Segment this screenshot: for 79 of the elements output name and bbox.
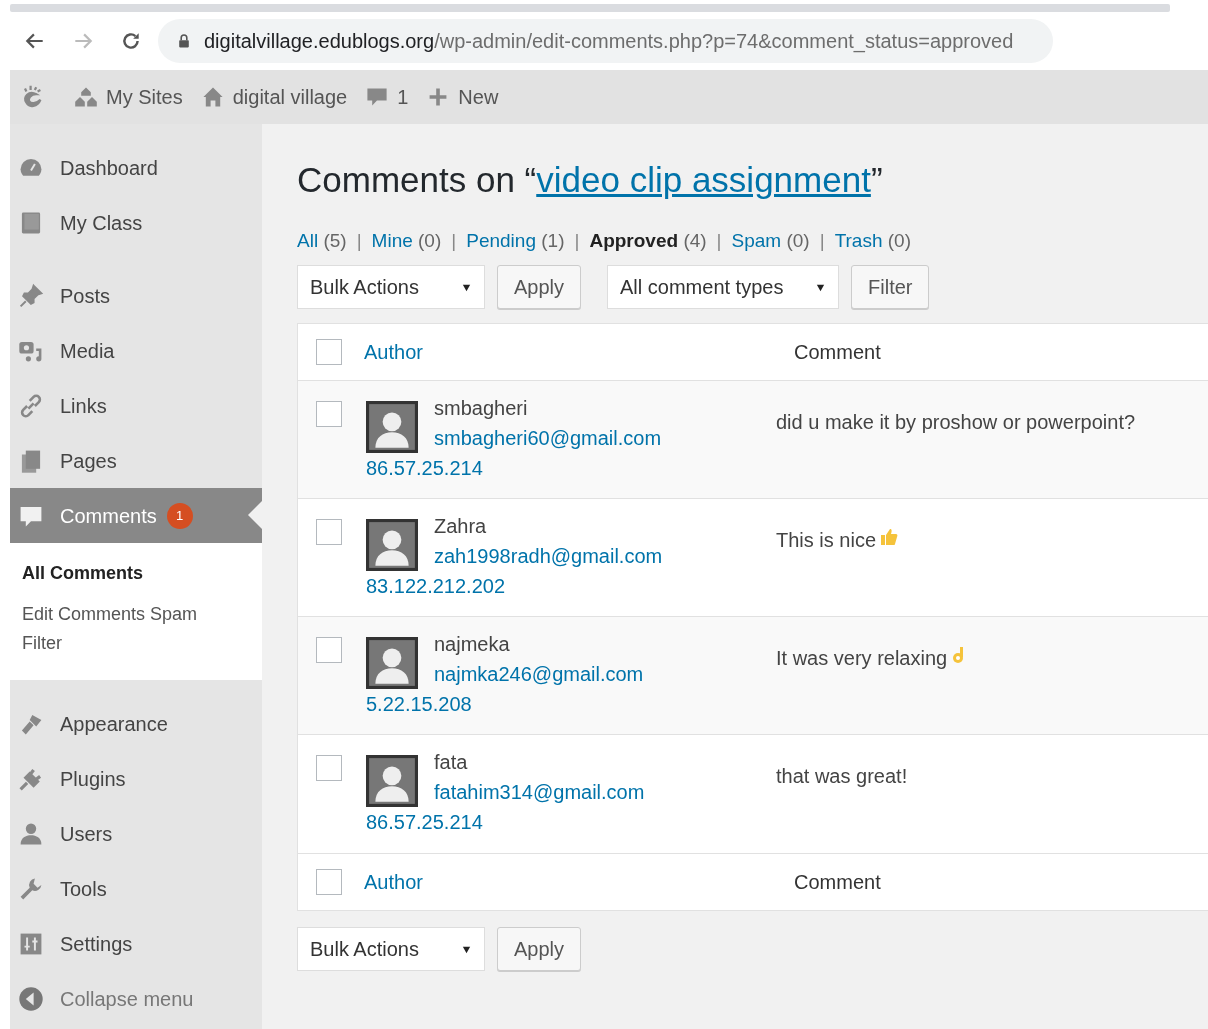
avatar-icon bbox=[366, 401, 418, 453]
author-email-link[interactable]: najmka246@gmail.com bbox=[434, 659, 644, 689]
filter-button[interactable]: Filter bbox=[851, 265, 930, 309]
status-filter-link[interactable]: Mine (0) bbox=[371, 226, 442, 255]
menu-item[interactable]: Posts bbox=[10, 268, 262, 323]
author-ip-link[interactable]: 86.57.25.214 bbox=[366, 453, 816, 483]
houses-icon bbox=[74, 85, 98, 109]
column-header[interactable]: Author bbox=[364, 867, 794, 897]
dropdown[interactable]: Bulk Actions bbox=[297, 927, 485, 971]
menu-item[interactable]: Collapse menu bbox=[10, 971, 262, 1026]
menu-label: Comments bbox=[60, 503, 157, 529]
author-ip-link[interactable]: 5.22.15.208 bbox=[366, 689, 816, 719]
status-filter-link[interactable]: All (5) bbox=[297, 226, 347, 255]
separator: | bbox=[451, 228, 457, 253]
author-email-link[interactable]: fatahim314@gmail.com bbox=[434, 777, 645, 807]
checkbox[interactable] bbox=[316, 519, 342, 545]
checkbox[interactable] bbox=[316, 637, 342, 663]
avatar-icon bbox=[366, 755, 418, 807]
page-heading: Comments on “video clip assignment” bbox=[297, 159, 884, 201]
lock-icon bbox=[176, 33, 192, 49]
checkbox[interactable] bbox=[316, 339, 342, 365]
count-badge: 1 bbox=[166, 502, 193, 529]
checkbox[interactable] bbox=[316, 869, 342, 895]
checkbox[interactable] bbox=[316, 755, 342, 781]
apply-button[interactable]: Apply bbox=[497, 265, 582, 309]
author-ip-link[interactable]: 83.122.212.202 bbox=[366, 571, 816, 601]
column-header[interactable]: Author bbox=[364, 337, 794, 367]
submenu-item[interactable]: Edit Comments Spam Filter bbox=[10, 594, 240, 664]
dropdown[interactable]: All comment types bbox=[607, 265, 840, 309]
column-header: Comment bbox=[794, 870, 881, 895]
post-link[interactable]: video clip assignment bbox=[536, 160, 871, 199]
pushpin-icon bbox=[18, 282, 44, 309]
comment-text: It was very relaxing bbox=[776, 646, 948, 671]
admin-bar-link[interactable]: My Sites bbox=[74, 82, 183, 112]
author-name: smbagheri bbox=[434, 396, 529, 421]
address-bar[interactable]: digitalvillage.edublogs.org/wp-admin/edit-comments.php?p=74&comment_status=approved bbox=[158, 19, 1054, 63]
comment-text: that was great! bbox=[776, 764, 908, 789]
collapse-icon bbox=[18, 985, 44, 1012]
avatar-icon bbox=[366, 519, 418, 571]
comment-text: This is nice bbox=[776, 528, 877, 553]
author-name: fata bbox=[434, 750, 469, 775]
menu-item[interactable]: Links bbox=[10, 378, 262, 433]
thumbs-up-icon bbox=[878, 527, 899, 547]
admin-bar-link[interactable]: digital village bbox=[200, 82, 348, 112]
column-header: Comment bbox=[794, 340, 881, 365]
menu-item[interactable]: Appearance bbox=[10, 696, 262, 751]
status-filter-link[interactable]: Pending (1) bbox=[466, 226, 565, 255]
author-name: najmeka bbox=[434, 632, 511, 657]
menu-item[interactable]: Pages bbox=[10, 433, 262, 488]
dropdown[interactable]: Bulk Actions bbox=[297, 265, 485, 309]
separator: | bbox=[574, 228, 580, 253]
admin-bar-link[interactable]: New bbox=[426, 82, 499, 112]
avatar-icon bbox=[366, 637, 418, 689]
status-filter-link[interactable]: Approved (4) bbox=[589, 226, 707, 255]
menu-item[interactable]: Tools bbox=[10, 861, 262, 916]
menu-item[interactable]: Dashboard bbox=[10, 140, 262, 195]
status-filter-link[interactable]: Spam (0) bbox=[731, 226, 810, 255]
separator: | bbox=[716, 228, 722, 253]
author-name: Zahra bbox=[434, 514, 488, 539]
separator: | bbox=[819, 228, 825, 253]
admin-bar-link[interactable]: 1 bbox=[365, 82, 409, 112]
menu-item[interactable]: Comments 1 bbox=[10, 488, 262, 543]
checkbox[interactable] bbox=[316, 401, 342, 427]
reload-icon bbox=[120, 30, 142, 52]
author-ip-link[interactable]: 86.57.25.214 bbox=[366, 807, 816, 837]
menu-item[interactable]: Plugins bbox=[10, 751, 262, 806]
chain-link-icon bbox=[18, 392, 44, 419]
menu-item[interactable]: Settings bbox=[10, 916, 262, 971]
apply-button[interactable]: Apply bbox=[497, 927, 582, 971]
separator: | bbox=[356, 228, 362, 253]
author-email-link[interactable]: zah1998radh@gmail.com bbox=[434, 541, 663, 571]
url-text: digitalvillage.edublogs.org/wp-admin/edit-comments.php?p=74&comment_status=approved bbox=[204, 29, 1014, 55]
submenu-item[interactable]: All Comments bbox=[10, 553, 240, 594]
menu-item[interactable]: Media bbox=[10, 323, 262, 378]
menu-item[interactable]: Users bbox=[10, 806, 262, 861]
comment-text: did u make it by proshow or powerpoint? bbox=[776, 410, 1136, 435]
menu-item[interactable]: My Class bbox=[10, 195, 262, 250]
status-filter-link[interactable]: Trash (0) bbox=[834, 226, 912, 255]
author-email-link[interactable]: smbagheri60@gmail.com bbox=[434, 423, 662, 453]
